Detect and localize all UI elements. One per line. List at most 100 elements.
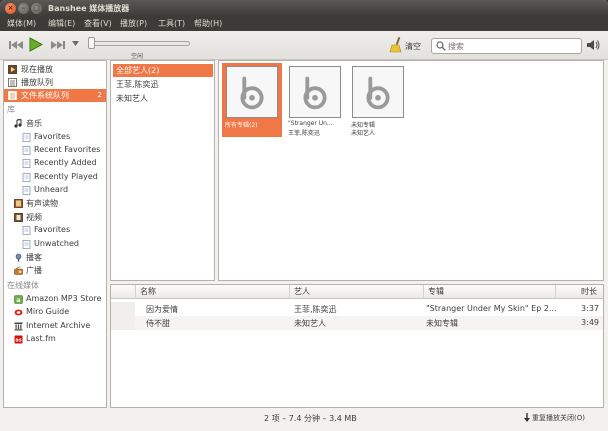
column-header-album[interactable]: 专辑	[423, 285, 573, 299]
maximize-window-button[interactable]: □	[31, 3, 42, 14]
broom-icon[interactable]	[389, 37, 403, 53]
sidebar-item-label: 广播	[26, 266, 42, 275]
play-icon[interactable]	[29, 37, 43, 52]
sidebar-item-amazon-mp3[interactable]: a Amazon MP3 Store	[4, 293, 106, 306]
artist-item-all[interactable]: 全部艺人(2)	[113, 64, 213, 77]
menu-edit[interactable]: 编辑(E)	[48, 18, 75, 29]
sidebar-item-lastfm[interactable]: as Last.fm	[4, 333, 106, 346]
row-gutter	[111, 316, 135, 330]
clear-button[interactable]: 清空	[405, 41, 421, 52]
lastfm-icon: as	[14, 335, 23, 344]
sidebar-item-music[interactable]: 音乐	[4, 117, 106, 130]
source-sidebar: 现在播放 播放队列 文件系统队列 2 库 音乐 Favorites Recent…	[3, 60, 107, 408]
artist-item-label: 全部艺人(2)	[116, 66, 160, 75]
repeat-icon[interactable]	[523, 413, 531, 422]
sidebar-item-miro-guide[interactable]: Miro Guide	[4, 306, 106, 319]
sidebar-item-internet-archive[interactable]: Internet Archive	[4, 320, 106, 333]
album-item[interactable]: "Stranger Un... 王菲,陈奕迅	[285, 63, 345, 137]
artist-item-label: 王菲,陈奕迅	[116, 80, 159, 89]
repeat-mode-button[interactable]: 重复播放关闭(O)	[532, 413, 585, 423]
menu-help[interactable]: 帮助(H)	[194, 18, 222, 29]
amazon-icon: a	[14, 295, 23, 304]
minimize-window-button[interactable]: –	[18, 3, 29, 14]
sidebar-item-label: Favorites	[34, 132, 71, 141]
svg-text:a: a	[16, 296, 20, 304]
smart-playlist-icon	[22, 186, 31, 195]
search-input[interactable]	[448, 40, 578, 52]
sidebar-item-label: 播客	[26, 253, 42, 262]
sidebar-item-unheard[interactable]: Unheard	[4, 184, 106, 197]
sidebar-item-podcasts[interactable]: 播客	[4, 251, 106, 264]
sidebar-item-unwatched[interactable]: Unwatched	[4, 238, 106, 251]
album-artist: 王菲,陈奕迅	[288, 130, 320, 137]
sidebar-item-label: 文件系统队列	[21, 91, 69, 100]
sidebar-item-radio[interactable]: 广播	[4, 264, 106, 277]
column-header-artist[interactable]: 艺人	[289, 285, 419, 299]
sidebar-item-label: Last.fm	[26, 334, 56, 343]
track-artist: 未知艺人	[294, 319, 326, 328]
banshee-window: × – □ Banshee 媒体播放器 媒体(M) 编辑(E) 查看(V) 播放…	[0, 0, 608, 431]
film-icon	[14, 213, 23, 222]
menu-bar: 媒体(M) 编辑(E) 查看(V) 播放(P) 工具(T) 帮助(H)	[0, 16, 608, 31]
search-box[interactable]	[431, 38, 582, 54]
table-row[interactable]: 侍不甜 未知艺人 未知专辑 3:49	[111, 316, 603, 330]
close-window-button[interactable]: ×	[5, 3, 16, 14]
smart-playlist-icon	[22, 226, 31, 235]
archive-icon	[14, 322, 23, 331]
next-track-icon[interactable]	[50, 39, 66, 51]
smart-playlist-icon	[22, 146, 31, 155]
sidebar-item-label: 播放队列	[21, 78, 53, 87]
album-cover-placeholder-icon	[289, 66, 341, 118]
sidebar-item-filesystem-queue[interactable]: 文件系统队列 2	[4, 89, 106, 102]
title-bar: × – □ Banshee 媒体播放器	[0, 0, 608, 16]
search-icon[interactable]	[436, 41, 446, 51]
track-duration: 3:49	[581, 318, 599, 327]
sidebar-item-label: Recently Played	[34, 172, 98, 181]
playlist-icon	[8, 91, 17, 100]
track-artist: 王菲,陈奕迅	[294, 305, 337, 314]
sidebar-item-video[interactable]: 视频	[4, 211, 106, 224]
sidebar-item-recently-played[interactable]: Recently Played	[4, 171, 106, 184]
album-item-all[interactable]: 所有专辑(2)	[222, 63, 282, 137]
window-title: Banshee 媒体播放器	[48, 4, 130, 13]
sidebar-item-recent-favorites[interactable]: Recent Favorites	[4, 144, 106, 157]
sidebar-item-label: 有声读物	[26, 199, 58, 208]
sidebar-item-now-playing[interactable]: 现在播放	[4, 63, 106, 76]
column-header-duration[interactable]: 时长	[555, 285, 603, 299]
smart-playlist-icon	[22, 159, 31, 168]
menu-view[interactable]: 查看(V)	[84, 18, 112, 29]
smart-playlist-icon	[22, 240, 31, 249]
track-name: 因为爱情	[146, 305, 178, 314]
chevron-down-icon[interactable]	[72, 41, 79, 47]
track-list-header: 名称 艺人 专辑 时长	[111, 285, 603, 299]
sidebar-item-video-favorites[interactable]: Favorites	[4, 224, 106, 237]
seek-slider-handle[interactable]	[88, 37, 95, 49]
album-title: 所有专辑(2)	[225, 122, 258, 129]
sidebar-item-play-queue[interactable]: 播放队列	[4, 76, 106, 89]
sidebar-item-label: Internet Archive	[26, 321, 91, 330]
sidebar-item-music-favorites[interactable]: Favorites	[4, 131, 106, 144]
smart-playlist-icon	[22, 173, 31, 182]
sidebar-item-label: Amazon MP3 Store	[26, 294, 102, 303]
volume-icon[interactable]	[586, 39, 600, 51]
toolbar: 空闲 清空	[0, 31, 608, 60]
sidebar-item-label: Miro Guide	[26, 307, 70, 316]
menu-tools[interactable]: 工具(T)	[158, 18, 185, 29]
sidebar-item-label: Unheard	[34, 185, 69, 194]
artist-item[interactable]: 未知艺人	[113, 92, 213, 105]
row-gutter	[111, 302, 135, 316]
menu-media[interactable]: 媒体(M)	[7, 18, 36, 29]
album-item[interactable]: 未知专辑 未知艺人	[348, 63, 408, 137]
sidebar-item-audiobooks[interactable]: 有声读物	[4, 197, 106, 210]
sidebar-item-label: Recently Added	[34, 158, 97, 167]
track-album: 未知专辑	[426, 319, 458, 328]
artist-item[interactable]: 王菲,陈奕迅	[113, 78, 213, 91]
menu-playback[interactable]: 播放(P)	[120, 18, 147, 29]
seek-slider[interactable]	[90, 41, 190, 46]
status-bar: 2 项 – 7.4 分钟 – 3.4 MB 重复播放关闭(O)	[0, 410, 608, 431]
music-note-icon	[14, 119, 22, 128]
sidebar-item-recently-added[interactable]: Recently Added	[4, 157, 106, 170]
previous-track-icon[interactable]	[8, 39, 24, 51]
column-header-name[interactable]: 名称	[135, 285, 255, 299]
table-row[interactable]: 因为爱情 王菲,陈奕迅 "Stranger Under My Skin" Ep …	[111, 302, 603, 316]
